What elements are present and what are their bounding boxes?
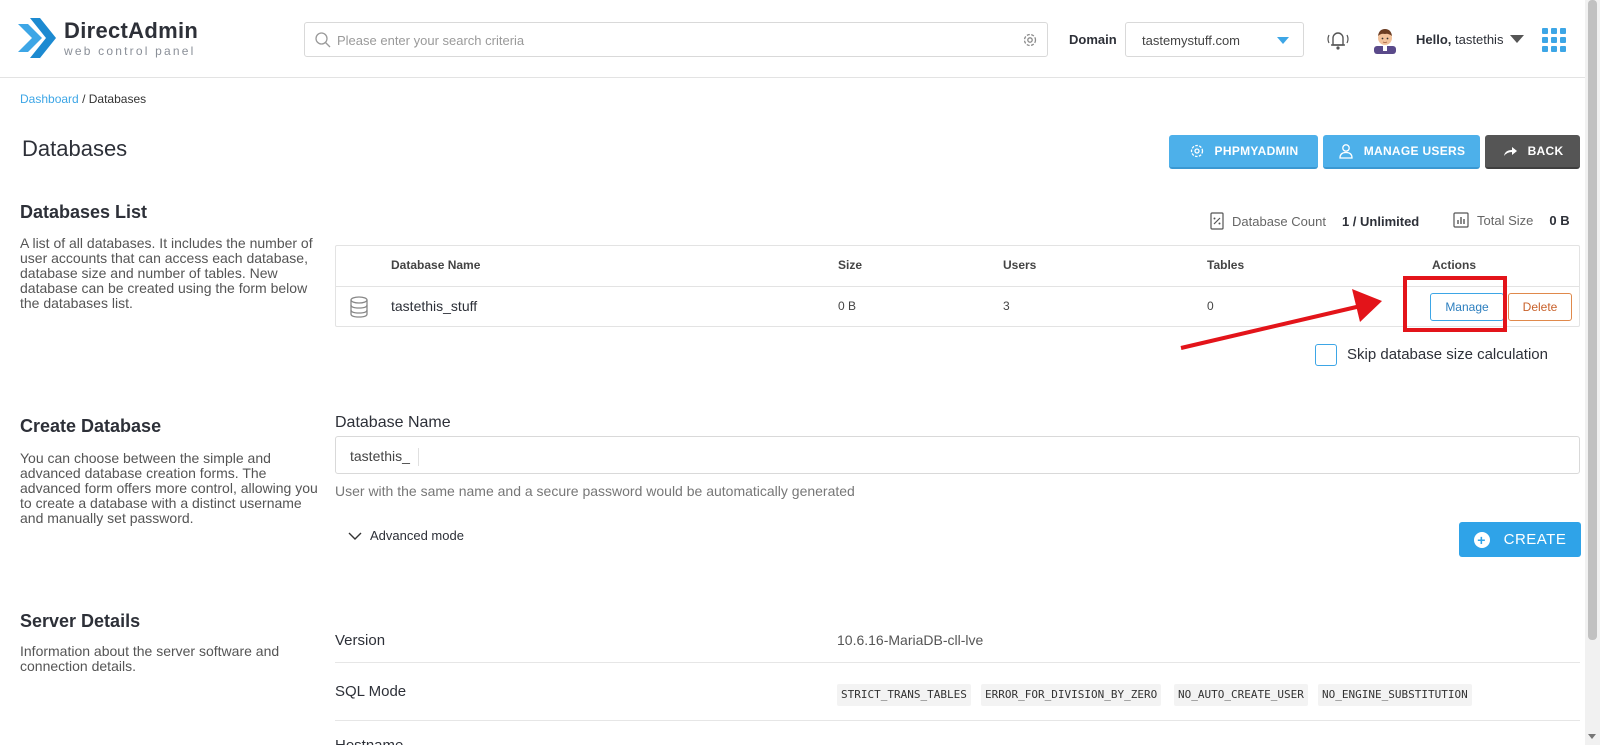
skip-size-calculation-checkbox[interactable] (1315, 344, 1337, 366)
breadcrumb-dashboard-link[interactable]: Dashboard (20, 92, 79, 106)
delete-database-button[interactable]: Delete (1508, 293, 1572, 321)
create-database-description: You can choose between the simple and ad… (20, 450, 318, 526)
annotation-highlight-box (1403, 276, 1507, 332)
page-title: Databases (22, 136, 128, 161)
phpmyadmin-button[interactable]: PHPMYADMIN (1169, 135, 1318, 169)
search-icon (315, 32, 331, 48)
back-label: BACK (1527, 144, 1564, 158)
server-details-title: Server Details (20, 611, 141, 631)
create-label: CREATE (1503, 531, 1567, 548)
database-users-cell: 3 (1003, 299, 1010, 313)
plus-circle-icon: + (1473, 531, 1490, 548)
sql-mode-tag: NO_ENGINE_SUBSTITUTION (1318, 684, 1472, 706)
share-arrow-icon (1503, 147, 1517, 156)
domain-select[interactable]: tastemystuff.com (1125, 22, 1304, 57)
server-details-description: Information about the server software an… (20, 643, 280, 674)
domain-value: tastemystuff.com (1142, 33, 1241, 48)
database-name-prefix: tastethis_ (350, 448, 419, 466)
total-size-label: Total Size (1477, 212, 1534, 228)
column-header-database-name[interactable]: Database Name (391, 258, 480, 272)
domain-label: Domain (1069, 32, 1117, 47)
page-scrollbar[interactable] (1585, 0, 1600, 745)
database-count-value: 1 / Unlimited (1341, 213, 1420, 229)
directadmin-logo[interactable]: DirectAdmin web control panel (18, 16, 208, 61)
skip-size-calculation-label[interactable]: Skip database size calculation (1347, 346, 1548, 363)
avatar[interactable] (1372, 26, 1398, 54)
databases-list-title: Databases List (20, 202, 148, 222)
sql-mode-tag: ERROR_FOR_DIVISION_BY_ZERO (981, 684, 1162, 706)
chevron-down-icon (1277, 37, 1289, 44)
database-name-hint: User with the same name and a secure pas… (335, 483, 855, 499)
search-settings-gear-icon[interactable] (1021, 31, 1039, 49)
bar-chart-icon (1453, 212, 1469, 228)
total-size-value: 0 B (1549, 212, 1570, 228)
scroll-down-arrow-icon[interactable] (1588, 734, 1596, 739)
create-database-title: Create Database (20, 416, 162, 436)
server-details-divider (335, 720, 1580, 721)
logo-subtitle: web control panel (64, 44, 196, 58)
scrollbar-thumb[interactable] (1588, 0, 1597, 640)
manage-users-label: MANAGE USERS (1363, 144, 1466, 158)
database-count-label: Database Count (1232, 213, 1326, 229)
top-header: DirectAdmin web control panel Domain tas… (0, 0, 1585, 78)
sql-mode-tag: NO_AUTO_CREATE_USER (1174, 684, 1308, 706)
phpmyadmin-label: PHPMYADMIN (1214, 144, 1299, 158)
database-name-cell: tastethis_stuff (391, 298, 478, 314)
user-icon (1339, 144, 1353, 159)
manage-users-button[interactable]: MANAGE USERS (1323, 135, 1480, 169)
apps-grid-icon[interactable] (1542, 28, 1566, 52)
create-database-button[interactable]: + CREATE (1459, 522, 1581, 557)
username: tastethis (1455, 32, 1504, 47)
database-name-field[interactable]: tastethis_ (335, 436, 1580, 474)
user-menu-chevron-icon[interactable] (1510, 35, 1524, 43)
breadcrumb: Dashboard / Databases (20, 92, 146, 106)
database-name-label: Database Name (335, 414, 451, 431)
database-count-stat: Database Count 1 / Unlimited (1210, 212, 1419, 230)
databases-list-description: A list of all databases. It includes the… (20, 235, 313, 311)
version-value: 10.6.16-MariaDB-cll-lve (837, 632, 984, 648)
hostname-label: Hostname (335, 737, 403, 745)
chevron-down-icon (348, 532, 362, 540)
logo-title: DirectAdmin (64, 18, 199, 43)
greeting-prefix: Hello, (1416, 32, 1452, 47)
user-greeting[interactable]: Hello, tastethis (1416, 32, 1503, 47)
column-header-tables[interactable]: Tables (1207, 258, 1244, 272)
database-count-icon (1210, 212, 1224, 230)
gear-icon (1190, 144, 1203, 158)
back-button[interactable]: BACK (1485, 135, 1580, 169)
column-header-users[interactable]: Users (1003, 258, 1036, 272)
breadcrumb-current: Databases (88, 92, 147, 106)
sql-mode-tag: STRICT_TRANS_TABLES (837, 684, 971, 706)
advanced-mode-label: Advanced mode (370, 528, 464, 543)
sql-mode-label: SQL Mode (335, 683, 407, 700)
logo-icon (18, 18, 56, 58)
total-size-stat: Total Size 0 B (1453, 212, 1570, 228)
database-icon (350, 296, 368, 318)
search-input[interactable] (337, 29, 977, 51)
breadcrumb-separator: / (82, 92, 86, 106)
column-header-size[interactable]: Size (838, 258, 862, 272)
column-header-actions: Actions (1432, 258, 1477, 272)
version-label: Version (335, 632, 386, 649)
advanced-mode-toggle[interactable]: Advanced mode (348, 528, 464, 543)
server-details-divider (335, 662, 1580, 663)
annotation-arrow (1180, 289, 1382, 350)
notification-bell-icon[interactable] (1324, 26, 1352, 54)
database-size-cell: 0 B (838, 299, 857, 313)
global-search[interactable] (304, 22, 1048, 57)
